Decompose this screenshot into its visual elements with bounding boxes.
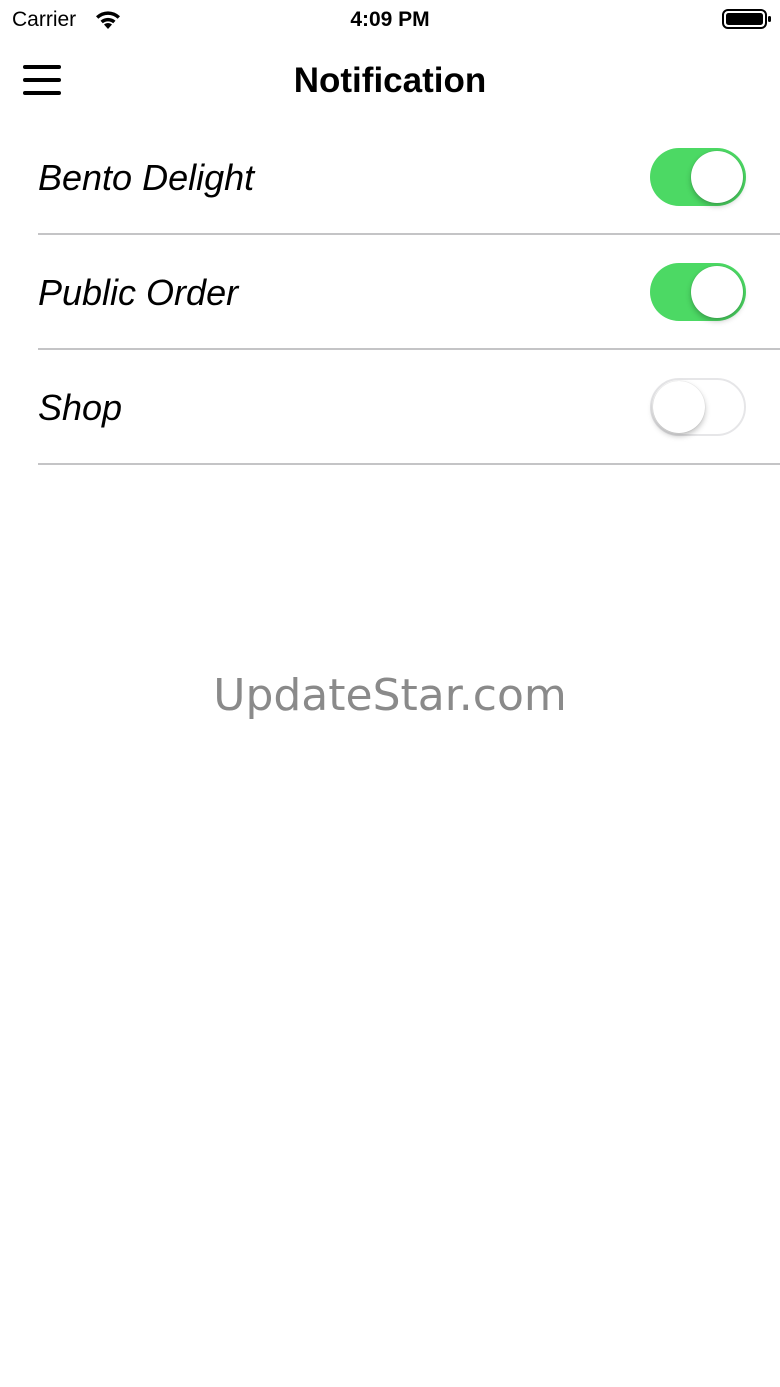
toggle-knob (691, 266, 743, 318)
row-divider (38, 463, 780, 465)
public-order-toggle[interactable] (650, 263, 746, 321)
setting-row-public-order: Public Order (0, 235, 780, 350)
notification-screen: Carrier 4:09 PM Notification Bento Delig… (0, 0, 780, 1387)
watermark-text: UpdateStar.com (213, 670, 567, 721)
setting-label: Public Order (38, 272, 239, 313)
setting-row-shop: Shop (0, 350, 780, 465)
setting-label: Shop (38, 387, 123, 428)
battery-icon (722, 8, 772, 30)
shop-toggle[interactable] (650, 378, 746, 436)
setting-label: Bento Delight (38, 157, 255, 198)
toggle-knob (691, 151, 743, 203)
navigation-bar: Notification (0, 40, 780, 120)
status-time: 4:09 PM (350, 8, 430, 31)
bento-delight-toggle[interactable] (650, 148, 746, 206)
status-bar: Carrier 4:09 PM (0, 0, 780, 40)
setting-row-bento-delight: Bento Delight (0, 120, 780, 235)
notification-settings-list: Bento Delight Public Order Shop (0, 120, 780, 465)
toggle-knob (653, 381, 705, 433)
page-title: Notification (293, 61, 487, 100)
